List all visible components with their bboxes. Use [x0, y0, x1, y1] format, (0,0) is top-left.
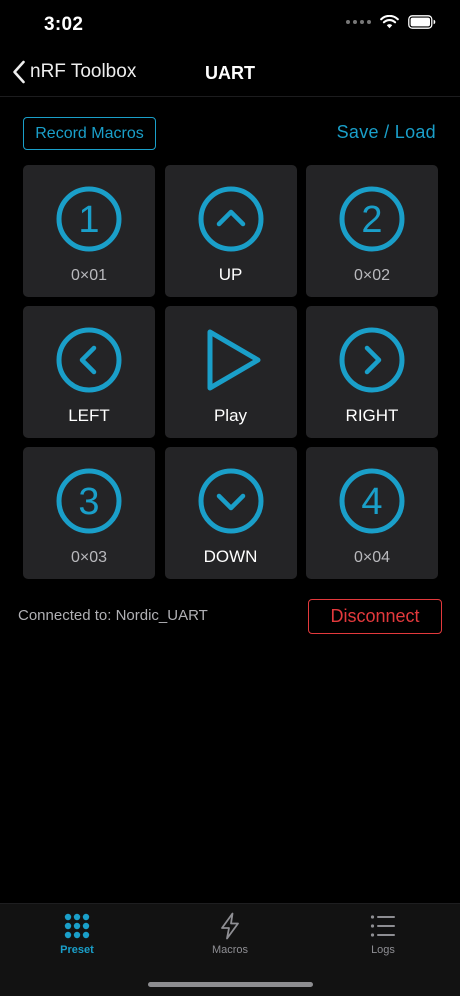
number-glyph: 4 [361, 481, 382, 523]
chevron-up-circle-icon [198, 186, 263, 252]
status-bar: 3:02 [0, 0, 460, 50]
tab-logs[interactable]: Logs [333, 912, 433, 962]
connection-status: Connected to: Nordic_UART [18, 607, 208, 624]
home-indicator [148, 982, 313, 987]
chevron-left-circle-icon [56, 327, 122, 393]
status-icons [346, 15, 436, 29]
page-title: UART [205, 63, 255, 83]
chevron-down-circle-icon [198, 468, 263, 534]
direction-label: UP [218, 265, 243, 284]
preset-label: 0×02 [353, 267, 391, 284]
number-glyph: 1 [78, 199, 99, 241]
status-time: 3:02 [44, 14, 84, 35]
tab-label: Logs [371, 944, 395, 956]
lightning-icon [221, 912, 239, 940]
right-button[interactable]: RIGHT [306, 306, 438, 438]
number-3-circle-icon: 3 [56, 468, 122, 534]
chevron-right-circle-icon [339, 327, 405, 393]
number-2-circle-icon: 2 [339, 186, 405, 252]
tab-label: Macros [211, 944, 249, 956]
grid-dots-icon [64, 913, 90, 939]
play-label: Play [213, 406, 248, 425]
number-glyph: 2 [361, 199, 382, 241]
up-button[interactable]: UP [164, 165, 297, 297]
cellular-signal-icon [346, 20, 371, 24]
preset-button-4[interactable]: 4 0×04 [306, 447, 438, 579]
direction-label: LEFT [68, 406, 110, 425]
down-button[interactable]: DOWN [164, 447, 297, 579]
tab-label: Preset [60, 944, 94, 956]
preset-label: 0×04 [353, 549, 391, 566]
control-grid: 1 0×01 UP 2 0×02 LEFT Play RIGHT 3 0×03 … [23, 165, 438, 579]
save-load-button[interactable]: Save / Load [337, 122, 436, 143]
direction-label: DOWN [203, 547, 258, 566]
preset-button-2[interactable]: 2 0×02 [306, 165, 438, 297]
preset-button-3[interactable]: 3 0×03 [23, 447, 155, 579]
list-icon [370, 915, 395, 937]
disconnect-button[interactable]: Disconnect [308, 599, 442, 634]
preset-button-1[interactable]: 1 0×01 [23, 165, 155, 297]
navigation-bar: nRF Toolbox UART [0, 52, 460, 97]
preset-label: 0×03 [70, 549, 108, 566]
number-4-circle-icon: 4 [339, 468, 405, 534]
play-icon [207, 329, 260, 391]
number-glyph: 3 [78, 481, 99, 523]
tab-macros[interactable]: Macros [180, 912, 280, 962]
preset-label: 0×01 [70, 267, 108, 284]
left-button[interactable]: LEFT [23, 306, 155, 438]
play-button[interactable]: Play [164, 306, 297, 438]
wifi-icon [380, 15, 399, 29]
tab-preset[interactable]: Preset [27, 912, 127, 962]
battery-icon [408, 15, 436, 29]
direction-label: RIGHT [345, 406, 399, 425]
number-1-circle-icon: 1 [56, 186, 122, 252]
record-macros-button[interactable]: Record Macros [23, 117, 156, 150]
